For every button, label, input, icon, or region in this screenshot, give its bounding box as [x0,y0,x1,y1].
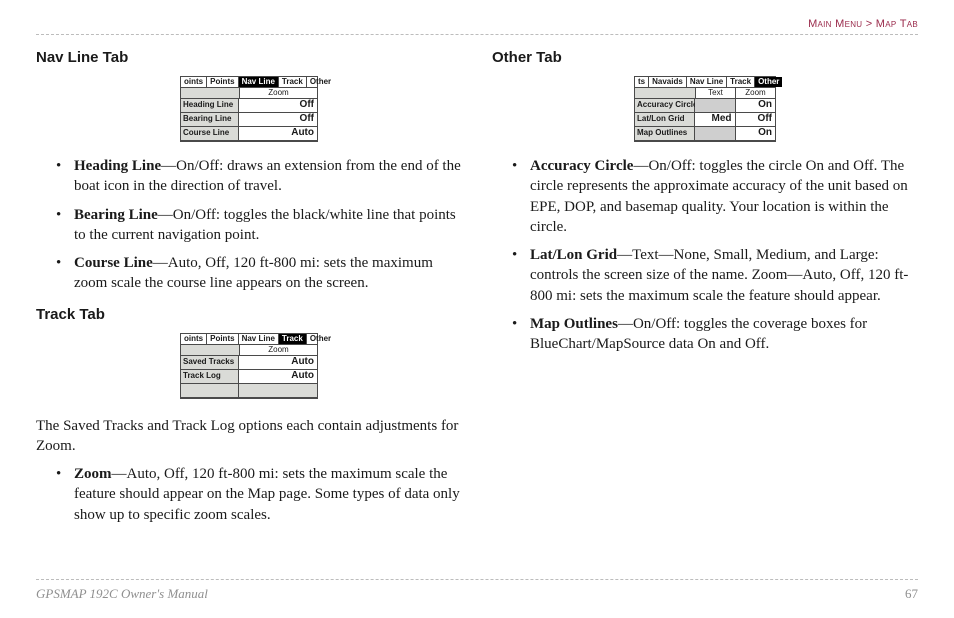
bullet-item: Lat/Lon Grid—Text—None, Small, Medium, a… [530,245,918,306]
device-row: Map Outlines On [635,127,775,141]
breadcrumb-text: Main Menu > Map Tab [808,18,918,30]
device-subhead: Zoom [240,88,317,98]
page: Main Menu > Map Tab Nav Line Tab ointsPo… [0,0,954,618]
device-tab[interactable]: Points [207,77,238,87]
device-subheads: Zoom [181,345,317,356]
bullet-desc: —Auto, Off, 120 ft-800 mi: sets the maxi… [74,466,460,523]
bullet-term: Map Outlines [530,316,618,332]
device-row-label: Heading Line [181,99,239,112]
track-body: The Saved Tracks and Track Log options e… [36,416,462,457]
device-tabs: ointsPointsNav LineTrackOther [181,77,317,88]
device-row: Saved TracksAuto [181,356,317,370]
device-row-label: Saved Tracks [181,356,239,369]
bullet-item: Zoom—Auto, Off, 120 ft-800 mi: sets the … [74,464,462,525]
device-subhead: Zoom [240,345,317,355]
bullet-term: Lat/Lon Grid [530,247,617,263]
track-bullets: Zoom—Auto, Off, 120 ft-800 mi: sets the … [36,464,462,525]
device-cell[interactable]: Auto [239,356,317,369]
bullet-item: Map Outlines—On/Off: toggles the coverag… [530,314,918,355]
track-figure: ointsPointsNav LineTrackOtherZoomSaved T… [36,333,462,402]
device-cell[interactable] [239,384,317,397]
device-row-label: Lat/Lon Grid [635,113,695,126]
device-row-label: Course Line [181,127,239,140]
device-tab[interactable]: Nav Line [239,334,279,344]
device-subhead: Zoom [736,88,775,98]
nav-line-figure: ointsPointsNav LineTrackOtherZoomHeading… [36,76,462,142]
device-tab[interactable]: Nav Line [239,77,279,87]
device-tabs: ointsPointsNav LineTrackOther [181,334,317,345]
device-cell[interactable]: Med [695,113,736,126]
device-row: Heading LineOff [181,99,317,113]
device-cell[interactable]: Off [239,113,317,126]
device-tabs: tsNavaidsNav LineTrackOther [635,77,775,88]
device-row: Bearing LineOff [181,113,317,127]
device-subheads: TextZoom [635,88,775,99]
device-row-label: Accuracy Circle [635,99,695,112]
device-tab[interactable]: Track [727,77,755,87]
track-heading: Track Tab [36,306,462,323]
device-tab[interactable]: Track [279,77,307,87]
breadcrumb: Main Menu > Map Tab [36,18,918,34]
device-row-label: Bearing Line [181,113,239,126]
other-heading: Other Tab [492,49,918,66]
device-tab[interactable]: Points [207,334,238,344]
bullet-term: Accuracy Circle [530,158,633,174]
bullet-item: Bearing Line—On/Off: toggles the black/w… [74,205,462,246]
device-cell[interactable]: Off [736,113,776,126]
device-cell[interactable]: Off [239,99,317,112]
device-tab[interactable]: ts [635,77,649,87]
nav-line-bullets: Heading Line—On/Off: draws an extension … [36,156,462,294]
device-cell[interactable]: On [736,127,776,140]
bullet-term: Zoom [74,466,112,482]
device-row-label [181,384,239,397]
device-tab[interactable]: Nav Line [687,77,727,87]
device-subheads: Zoom [181,88,317,99]
device-tab[interactable]: Track [279,334,307,344]
device-tab[interactable]: Other [755,77,782,87]
track-device: ointsPointsNav LineTrackOtherZoomSaved T… [180,333,318,399]
nav-line-device: ointsPointsNav LineTrackOtherZoomHeading… [180,76,318,142]
footer-manual-title: GPSMAP 192C Owner's Manual [36,586,208,602]
bullet-item: Accuracy Circle—On/Off: toggles the circ… [530,156,918,237]
device-cell[interactable] [695,127,736,140]
device-row-label: Track Log [181,370,239,383]
device-row: Track LogAuto [181,370,317,384]
device-subhead: Text [696,88,736,98]
other-bullets: Accuracy Circle—On/Off: toggles the circ… [492,156,918,354]
device-tab[interactable]: oints [181,334,207,344]
bullet-term: Course Line [74,255,153,271]
left-column: Nav Line Tab ointsPointsNav LineTrackOth… [36,49,462,537]
device-cell[interactable]: On [736,99,776,112]
device-tab[interactable]: oints [181,77,207,87]
device-row: Course LineAuto [181,127,317,141]
bullet-item: Course Line—Auto, Off, 120 ft-800 mi: se… [74,253,462,294]
footer: GPSMAP 192C Owner's Manual 67 [36,579,918,602]
nav-line-heading: Nav Line Tab [36,49,462,66]
right-column: Other Tab tsNavaidsNav LineTrackOtherTex… [492,49,918,537]
device-cell[interactable]: Auto [239,370,317,383]
device-cell[interactable]: Auto [239,127,317,140]
bullet-item: Heading Line—On/Off: draws an extension … [74,156,462,197]
device-tab[interactable]: Other [307,77,334,87]
other-device: tsNavaidsNav LineTrackOtherTextZoomAccur… [634,76,776,142]
device-row-label: Map Outlines [635,127,695,140]
device-row: Accuracy Circle On [635,99,775,113]
bullet-term: Bearing Line [74,207,158,223]
content-columns: Nav Line Tab ointsPointsNav LineTrackOth… [36,49,918,537]
bullet-term: Heading Line [74,158,161,174]
footer-page-number: 67 [905,586,918,602]
device-row [181,384,317,398]
device-cell[interactable] [695,99,736,112]
header-rule [36,34,918,35]
device-tab[interactable]: Navaids [649,77,687,87]
other-figure: tsNavaidsNav LineTrackOtherTextZoomAccur… [492,76,918,142]
device-tab[interactable]: Other [307,334,334,344]
device-row: Lat/Lon GridMedOff [635,113,775,127]
